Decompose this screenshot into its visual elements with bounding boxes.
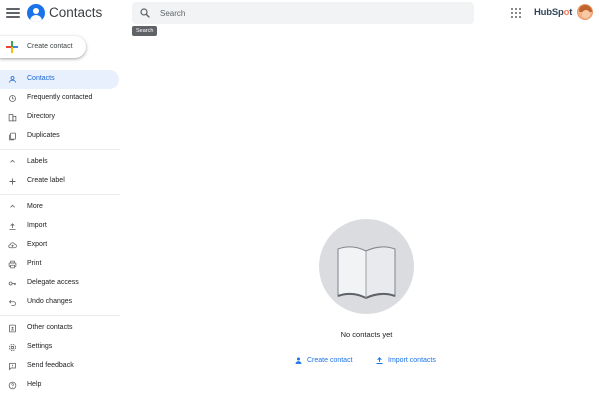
other-contacts-icon (9, 324, 16, 333)
divider (0, 315, 120, 316)
divider (0, 149, 120, 150)
sidebar-item-label: Import (27, 222, 47, 229)
sidebar-item-label: Export (27, 241, 48, 248)
sidebar-item-contacts[interactable]: Contacts (0, 70, 119, 89)
sidebar-item-other-contacts[interactable]: Other contacts (0, 319, 119, 338)
sidebar-item-create-label[interactable]: Create label (0, 172, 119, 191)
sidebar-item-settings[interactable]: Settings (0, 338, 119, 357)
brand-text-end: t (569, 7, 573, 18)
empty-state-illustration (319, 219, 414, 314)
sidebar-item-label: Frequently contacted (27, 94, 93, 101)
sidebar-item-label: Help (27, 381, 42, 388)
sidebar-item-label: Send feedback (27, 362, 74, 369)
sidebar-item-print[interactable]: Print (0, 255, 119, 274)
open-book-icon (337, 246, 396, 299)
sidebar-item-directory[interactable]: Directory (0, 108, 119, 127)
app-title[interactable]: Contacts (49, 5, 102, 20)
search-input[interactable] (160, 5, 460, 21)
main-menu-icon[interactable] (6, 6, 20, 20)
import-contacts-link-label: Import contacts (388, 356, 436, 364)
cloud-upload-icon (8, 242, 17, 249)
empty-state-message: No contacts yet (340, 330, 393, 339)
avatar[interactable] (577, 4, 593, 20)
add-icon (9, 178, 16, 185)
sidebar-item-frequently-contacted[interactable]: Frequently contacted (0, 89, 119, 108)
help-icon (8, 381, 17, 390)
sidebar-item-send-feedback[interactable]: Send feedback (0, 357, 119, 376)
sidebar-item-label: Print (27, 260, 42, 267)
upload-icon (9, 223, 16, 230)
labels-section-heading[interactable]: Labels (27, 158, 48, 165)
sidebar-item-label: Duplicates (27, 132, 60, 139)
copy-icon (9, 132, 16, 141)
gear-icon (9, 344, 16, 351)
sidebar-item-label: Contacts (27, 75, 55, 82)
feedback-icon (9, 363, 16, 371)
sidebar-item-delegate-access[interactable]: Delegate access (0, 274, 119, 293)
sidebar-item-label: Create label (27, 177, 65, 184)
sidebar-item-label: Settings (27, 343, 53, 350)
print-icon (8, 260, 17, 269)
domain-icon (8, 114, 17, 122)
apps-grid-icon[interactable] (511, 8, 521, 18)
sidebar-item-undo-changes[interactable]: Undo changes (0, 293, 119, 312)
plus-icon (6, 41, 18, 53)
sidebar-item-import[interactable]: Import (0, 217, 119, 236)
create-contact-button[interactable]: Create contact (0, 36, 86, 58)
divider (0, 194, 120, 195)
brand-text-main: HubSp (534, 7, 564, 18)
sidebar-item-duplicates[interactable]: Duplicates (0, 127, 119, 146)
sidebar-item-label: Undo changes (27, 298, 73, 305)
sidebar-item-export[interactable]: Export (0, 236, 119, 255)
undo-icon (8, 299, 16, 306)
contacts-logo-icon (27, 4, 45, 22)
sidebar-item-label: Other contacts (27, 324, 73, 331)
person-icon (9, 76, 16, 83)
search-icon[interactable] (137, 5, 153, 21)
key-icon (8, 281, 16, 286)
more-section-heading[interactable]: More (27, 203, 43, 210)
sidebar-item-label: Directory (27, 113, 56, 120)
create-contact-link-label: Create contact (307, 356, 353, 364)
history-icon (9, 95, 16, 102)
import-contacts-link[interactable]: Import contacts (375, 354, 436, 366)
create-contact-link[interactable]: Create contact (294, 354, 353, 366)
top-bar: Contacts Search HubSpot (0, 0, 599, 36)
person-add-icon (295, 357, 302, 364)
upload-icon (376, 356, 383, 364)
chevron-up-icon[interactable] (9, 158, 16, 165)
hubspot-logo: HubSpot (534, 7, 572, 18)
chevron-up-icon[interactable] (9, 203, 16, 210)
search-bar[interactable] (132, 2, 474, 24)
sidebar-item-help[interactable]: Help (0, 376, 119, 395)
create-contact-label: Create contact (27, 43, 73, 50)
search-tooltip: Search (132, 26, 158, 36)
sidebar-item-label: Delegate access (27, 279, 79, 286)
